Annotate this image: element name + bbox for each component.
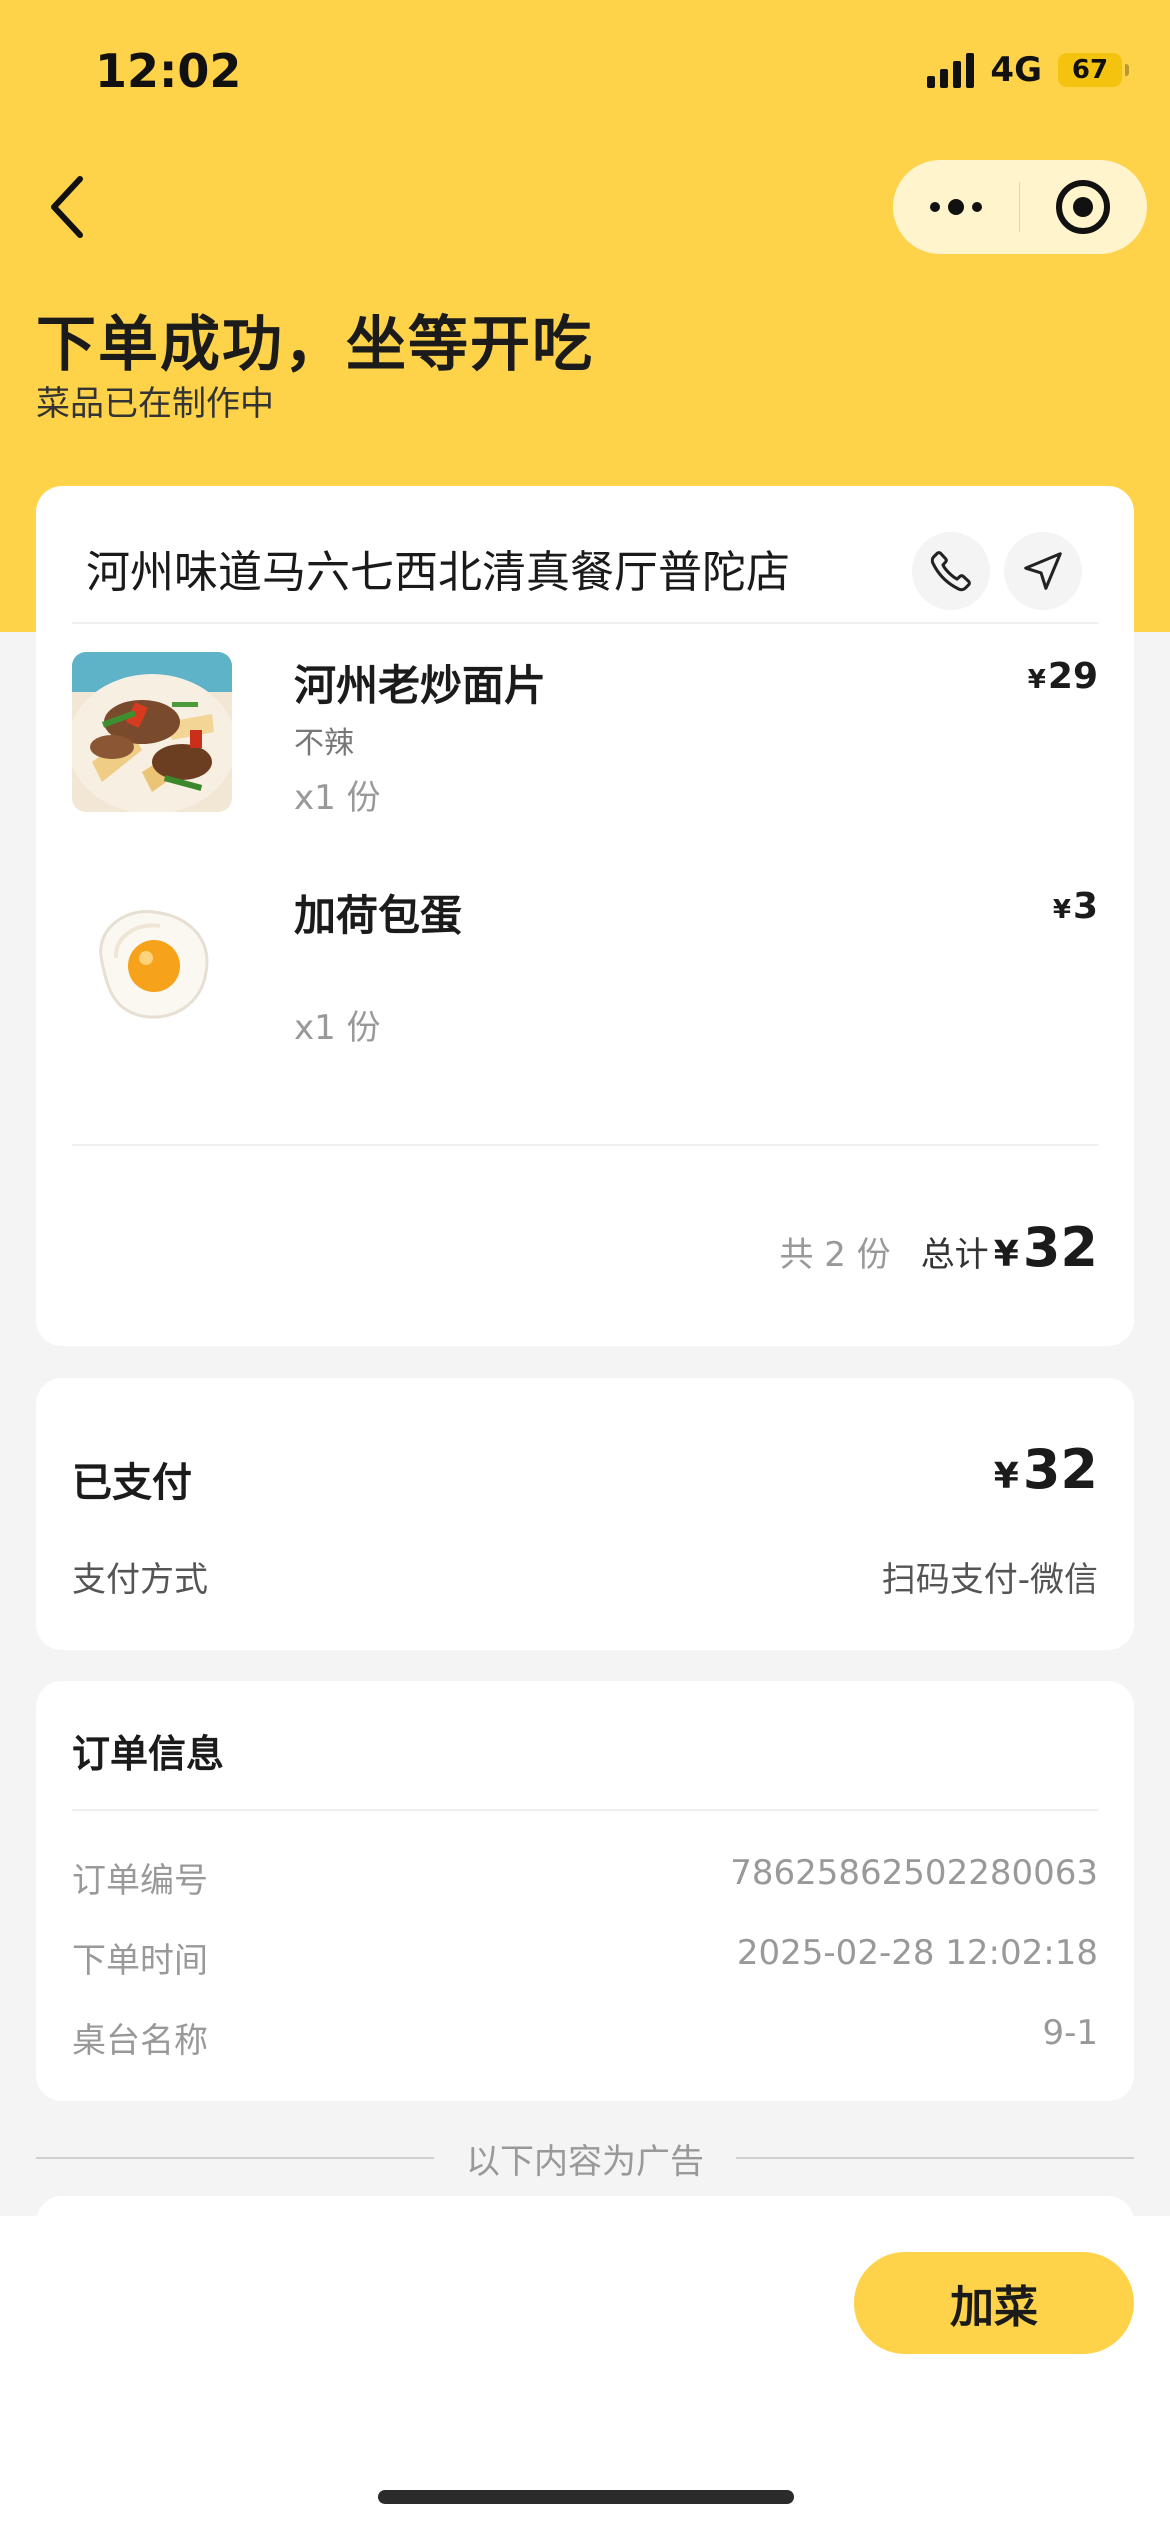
item-count: 共 2 份 xyxy=(779,1235,891,1275)
table-name-label: 桌台名称 xyxy=(72,2021,208,2061)
ad-divider-text: 以下内容为广告 xyxy=(466,2141,704,2182)
dish-name: 加荷包蛋 xyxy=(294,891,463,940)
dish-quantity: x1 份 xyxy=(294,778,381,818)
status-time: 12:02 xyxy=(95,44,242,98)
dish-item[interactable]: 加荷包蛋 x1 份 ¥3 xyxy=(72,882,1098,1048)
total-label: 总计 xyxy=(920,1235,989,1275)
store-divider xyxy=(72,622,1098,624)
total-amount: ¥32 xyxy=(994,1216,1098,1279)
dish-price-value: 3 xyxy=(1072,886,1098,927)
network-label: 4G xyxy=(990,50,1042,90)
home-indicator xyxy=(378,2490,794,2504)
order-number-value[interactable]: 7862586250228006​3 xyxy=(730,1853,1098,1893)
order-info-title: 订单信息 xyxy=(72,1732,225,1776)
page-subtitle: 菜品已在制作中 xyxy=(36,384,274,424)
more-options-icon[interactable] xyxy=(893,160,1019,254)
battery-level: 67 xyxy=(1071,55,1109,85)
payment-method-label: 支付方式 xyxy=(72,1560,208,1600)
items-divider xyxy=(72,1144,1098,1146)
dish-price: ¥3 xyxy=(1053,886,1098,927)
currency-symbol: ¥ xyxy=(1027,665,1046,695)
order-time-label: 下单时间 xyxy=(72,1941,208,1981)
total-value: 32 xyxy=(1022,1216,1098,1279)
ad-line-right xyxy=(736,2157,1134,2159)
dish-price-value: 29 xyxy=(1047,656,1098,697)
dish-name: 河州老炒面片 xyxy=(294,661,547,710)
store-name[interactable]: 河州味道马六七西北清真餐厅普陀店 xyxy=(86,536,790,600)
paid-value: 32 xyxy=(1022,1438,1098,1501)
back-arrow-icon[interactable] xyxy=(48,172,98,242)
paid-amount: ¥32 xyxy=(994,1438,1098,1501)
mini-program-capsule xyxy=(893,160,1147,254)
payment-status: 已支付 xyxy=(72,1460,192,1506)
currency-symbol: ¥ xyxy=(1052,895,1071,925)
payment-card: 已支付 ¥32 支付方式 扫码支付-微信 xyxy=(36,1378,1134,1650)
phone-icon[interactable] xyxy=(912,532,990,610)
navigation-arrow-icon[interactable] xyxy=(1004,532,1082,610)
order-items-card: 河州味道马六七西北清真餐厅普陀店 河州老炒面片 不辣 x1 份 ¥29 加荷包蛋… xyxy=(36,486,1134,1346)
dish-image-fried-egg xyxy=(72,882,232,1042)
order-number-label: 订单编号 xyxy=(72,1861,208,1901)
dish-item[interactable]: 河州老炒面片 不辣 x1 份 ¥29 xyxy=(72,652,1098,818)
signal-icon xyxy=(927,52,975,88)
currency-symbol: ¥ xyxy=(993,1456,1019,1497)
dish-spec: 不辣 xyxy=(294,726,354,761)
dish-price: ¥29 xyxy=(1028,656,1098,697)
close-target-icon[interactable] xyxy=(1020,160,1146,254)
currency-symbol: ¥ xyxy=(993,1234,1019,1275)
order-info-card: 订单信息 订单编号 7862586250228006​3 下单时间 2025-0… xyxy=(36,1681,1134,2101)
battery-icon: 67 xyxy=(1058,53,1129,87)
dish-quantity: x1 份 xyxy=(294,1008,381,1048)
order-summary: 共 2 份 总计 ¥32 xyxy=(779,1216,1098,1279)
bottom-action-bar: 加菜 xyxy=(0,2216,1170,2532)
add-dish-button[interactable]: 加菜 xyxy=(854,2252,1134,2354)
page-title: 下单成功，坐等开吃 xyxy=(36,310,594,380)
table-name-value: 9-1 xyxy=(1042,2013,1098,2053)
status-indicators: 4G 67 xyxy=(927,50,1129,90)
ad-divider: 以下内容为广告 xyxy=(36,2138,1134,2182)
dish-image-noodles xyxy=(72,652,232,812)
ad-line-left xyxy=(36,2157,434,2159)
order-time-value: 2025-02-28 12:02:18 xyxy=(736,1933,1098,1973)
order-info-divider xyxy=(72,1809,1098,1811)
payment-method-value: 扫码支付-微信 xyxy=(881,1560,1098,1600)
